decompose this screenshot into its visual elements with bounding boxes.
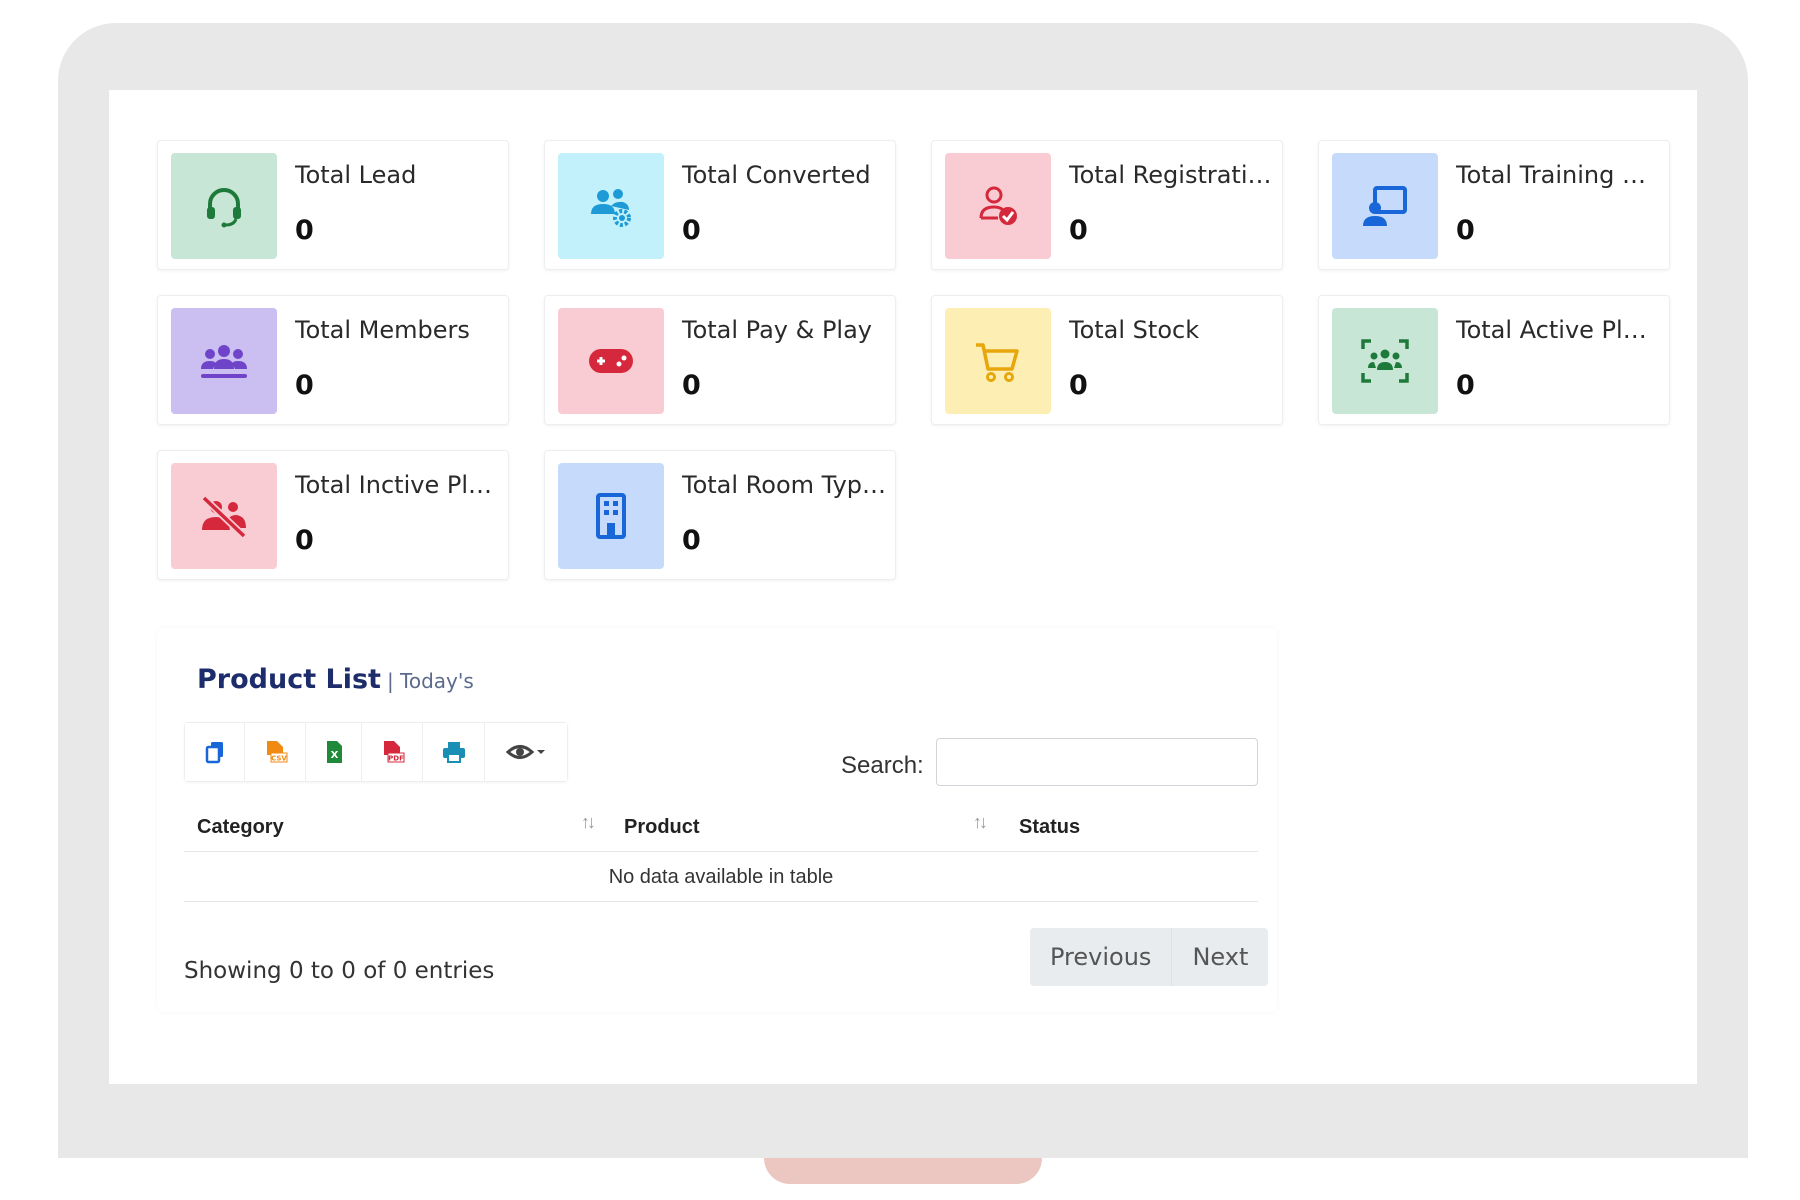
stat-card-total-registration[interactable]: Total Registration 0 xyxy=(931,140,1283,270)
stat-card-total-members[interactable]: Total Members 0 xyxy=(157,295,509,425)
stat-label: Total Registration xyxy=(1069,161,1274,189)
headset-icon xyxy=(171,153,277,259)
stat-label: Total Inctive Players xyxy=(295,471,500,499)
eye-icon xyxy=(506,745,545,759)
stat-label: Total Training Class xyxy=(1456,161,1661,189)
stat-card-total-pay-play[interactable]: Total Pay & Play 0 xyxy=(544,295,896,425)
table-header: Category ↑↓ Product ↑↓ Status xyxy=(184,800,1258,852)
sort-icon[interactable]: ↑↓ xyxy=(581,812,596,833)
people-slash-icon xyxy=(171,463,277,569)
stat-value: 0 xyxy=(682,215,701,246)
search-input[interactable] xyxy=(936,738,1258,786)
stat-value: 0 xyxy=(682,525,701,556)
users-gear-icon xyxy=(558,153,664,259)
pdf-button[interactable]: PDF xyxy=(362,723,423,781)
stat-value: 0 xyxy=(295,370,314,401)
user-check-icon xyxy=(945,153,1051,259)
stat-value: 0 xyxy=(682,370,701,401)
entries-info: Showing 0 to 0 of 0 entries xyxy=(184,958,495,984)
pdf-icon: PDF xyxy=(384,741,405,763)
pagination: Previous Next xyxy=(1030,928,1269,986)
sort-icon[interactable]: ↑↓ xyxy=(973,812,988,833)
stat-label: Total Active Players xyxy=(1456,316,1661,344)
stat-value: 0 xyxy=(295,525,314,556)
excel-icon: X xyxy=(326,741,342,763)
column-header-product[interactable]: Product xyxy=(624,816,700,839)
copy-button[interactable] xyxy=(185,723,245,781)
gamepad-icon xyxy=(558,308,664,414)
svg-text:X: X xyxy=(330,750,338,761)
print-icon xyxy=(442,742,465,763)
stat-card-total-lead[interactable]: Total Lead 0 xyxy=(157,140,509,270)
stat-label: Total Lead xyxy=(295,161,417,189)
empty-table-message: No data available in table xyxy=(608,866,834,888)
panel-title: Product List | Today's xyxy=(197,664,474,695)
search-label: Search: xyxy=(841,752,924,779)
stat-value: 0 xyxy=(1069,215,1088,246)
stat-card-total-training[interactable]: Total Training Class 0 xyxy=(1318,140,1670,270)
product-list-subtitle: | Today's xyxy=(386,669,474,693)
table-row: No data available in table xyxy=(184,852,1258,902)
people-group-icon xyxy=(171,308,277,414)
product-table: Category ↑↓ Product ↑↓ Status No data av… xyxy=(184,800,1258,902)
column-header-status[interactable]: Status xyxy=(1019,816,1080,839)
print-button[interactable] xyxy=(423,723,485,781)
stat-label: Total Members xyxy=(295,316,470,344)
export-button-group: CSV X PDF xyxy=(184,722,568,782)
stat-card-total-room-types[interactable]: Total Room Types 0 xyxy=(544,450,896,580)
stat-value: 0 xyxy=(1069,370,1088,401)
previous-button[interactable]: Previous xyxy=(1030,928,1173,986)
dashboard-screen: Total Lead 0 Total Converted 0 Total Reg… xyxy=(109,90,1697,1084)
stat-value: 0 xyxy=(1456,370,1475,401)
svg-text:PDF: PDF xyxy=(388,755,404,763)
stat-card-total-converted[interactable]: Total Converted 0 xyxy=(544,140,896,270)
stat-card-total-stock[interactable]: Total Stock 0 xyxy=(931,295,1283,425)
column-visibility-button[interactable] xyxy=(485,723,567,781)
cart-icon xyxy=(945,308,1051,414)
excel-button[interactable]: X xyxy=(306,723,362,781)
stat-cards: Total Lead 0 Total Converted 0 Total Reg… xyxy=(157,140,1670,580)
stat-label: Total Converted xyxy=(682,161,871,189)
next-button[interactable]: Next xyxy=(1172,928,1268,986)
svg-text:CSV: CSV xyxy=(271,755,287,763)
chalkboard-user-icon xyxy=(1332,153,1438,259)
stat-card-total-inactive-players[interactable]: Total Inctive Players 0 xyxy=(157,450,509,580)
csv-icon: CSV xyxy=(267,741,288,763)
building-icon xyxy=(558,463,664,569)
stat-card-total-active-players[interactable]: Total Active Players 0 xyxy=(1318,295,1670,425)
copy-icon xyxy=(205,742,223,764)
monitor-stand xyxy=(764,1158,1042,1184)
product-list-title: Product List xyxy=(197,664,381,695)
csv-button[interactable]: CSV xyxy=(245,723,306,781)
column-header-category[interactable]: Category xyxy=(197,816,284,839)
group-focus-icon xyxy=(1332,308,1438,414)
stat-label: Total Pay & Play xyxy=(682,316,873,344)
stat-label: Total Stock xyxy=(1069,316,1200,344)
stat-label: Total Room Types xyxy=(682,471,887,499)
product-list-panel: Product List| Today's CSV X PDF Search: xyxy=(157,628,1277,1012)
stat-value: 0 xyxy=(295,215,314,246)
stat-value: 0 xyxy=(1456,215,1475,246)
